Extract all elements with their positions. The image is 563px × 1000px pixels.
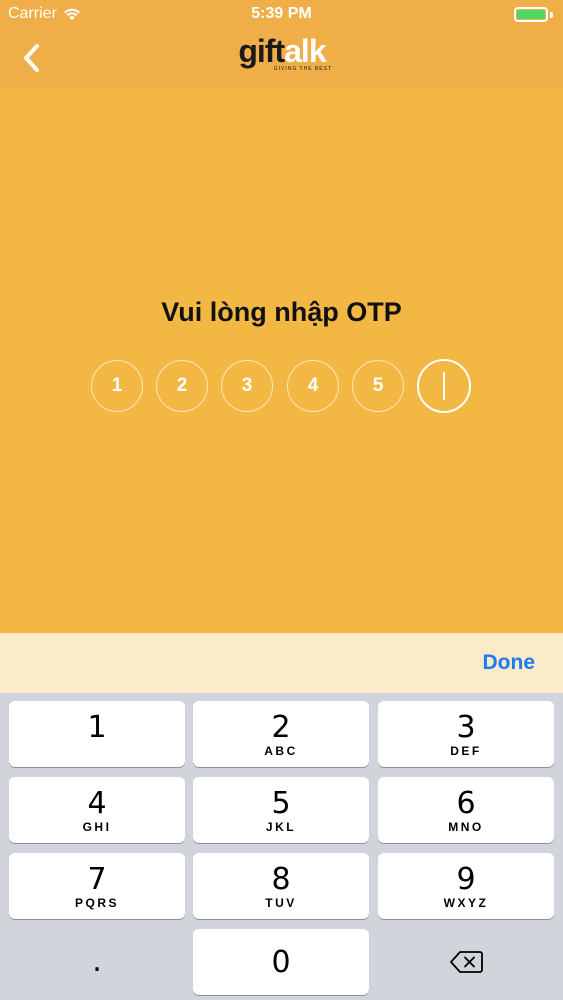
- key-2[interactable]: 2 ABC: [193, 701, 369, 767]
- key-digit: 8: [271, 862, 291, 897]
- key-digit: 6: [456, 786, 476, 821]
- logo-gift: gift: [238, 33, 285, 69]
- status-time: 5:39 PM: [251, 5, 312, 22]
- key-1[interactable]: 1: [9, 701, 185, 767]
- key-letters: GHI: [82, 820, 112, 834]
- key-letters: TUV: [265, 896, 297, 910]
- number-pad: 1 2 ABC 3 DEF 4 GHI 5 JKL 6 MNO 7 PQRS 8…: [0, 693, 563, 1000]
- app-logo: giftalk GIVING THE BEST: [230, 34, 334, 76]
- otp-digit-4[interactable]: 4: [287, 360, 339, 412]
- nav-bar: giftalk GIVING THE BEST: [0, 30, 563, 87]
- otp-input-row[interactable]: 1 2 3 4 5: [91, 359, 473, 414]
- logo-tagline: GIVING THE BEST: [273, 66, 332, 72]
- keyboard-toolbar: Done: [0, 633, 563, 693]
- key-letters: DEF: [450, 744, 482, 758]
- key-9[interactable]: 9 WXYZ: [378, 853, 554, 919]
- done-button[interactable]: Done: [483, 651, 536, 675]
- key-7[interactable]: 7 PQRS: [9, 853, 185, 919]
- key-8[interactable]: 8 TUV: [193, 853, 369, 919]
- chevron-left-icon: [24, 44, 39, 72]
- status-bar: Carrier 5:39 PM: [0, 0, 563, 30]
- key-digit: 7: [87, 862, 107, 897]
- key-0[interactable]: 0: [193, 929, 369, 995]
- battery-icon: [514, 7, 553, 22]
- text-caret: [443, 372, 445, 400]
- key-4[interactable]: 4 GHI: [9, 777, 185, 843]
- key-digit: 2: [271, 710, 291, 745]
- otp-digit-3[interactable]: 3: [221, 360, 273, 412]
- key-dot-label: .: [92, 944, 102, 979]
- logo-alk: alk: [284, 33, 326, 69]
- backspace-icon: [450, 951, 483, 973]
- key-6[interactable]: 6 MNO: [378, 777, 554, 843]
- key-letters: WXYZ: [443, 896, 489, 910]
- otp-digit-1[interactable]: 1: [91, 360, 143, 412]
- otp-digit-6[interactable]: [417, 359, 471, 413]
- back-button[interactable]: [14, 40, 50, 76]
- otp-digit-2[interactable]: 2: [156, 360, 208, 412]
- otp-title: Vui lòng nhập OTP: [161, 297, 402, 327]
- key-digit: 3: [456, 710, 476, 745]
- otp-content: Vui lòng nhập OTP 1 2 3 4 5: [0, 87, 563, 633]
- key-letters: ABC: [264, 744, 298, 758]
- key-5[interactable]: 5 JKL: [193, 777, 369, 843]
- key-digit: 4: [87, 786, 107, 821]
- otp-digit-5[interactable]: 5: [352, 360, 404, 412]
- key-3[interactable]: 3 DEF: [378, 701, 554, 767]
- delete-key[interactable]: [378, 929, 554, 995]
- otp-screen: Carrier 5:39 PM giftalk GIVING THE BEST: [0, 0, 563, 1000]
- key-letters: PQRS: [74, 896, 119, 910]
- key-digit: 5: [271, 786, 291, 821]
- key-zero-label: 0: [271, 944, 291, 980]
- key-digit: 1: [87, 710, 107, 745]
- key-letters: JKL: [265, 820, 297, 834]
- key-dot[interactable]: .: [9, 929, 185, 995]
- key-letters: MNO: [448, 820, 484, 834]
- key-digit: 9: [456, 862, 476, 897]
